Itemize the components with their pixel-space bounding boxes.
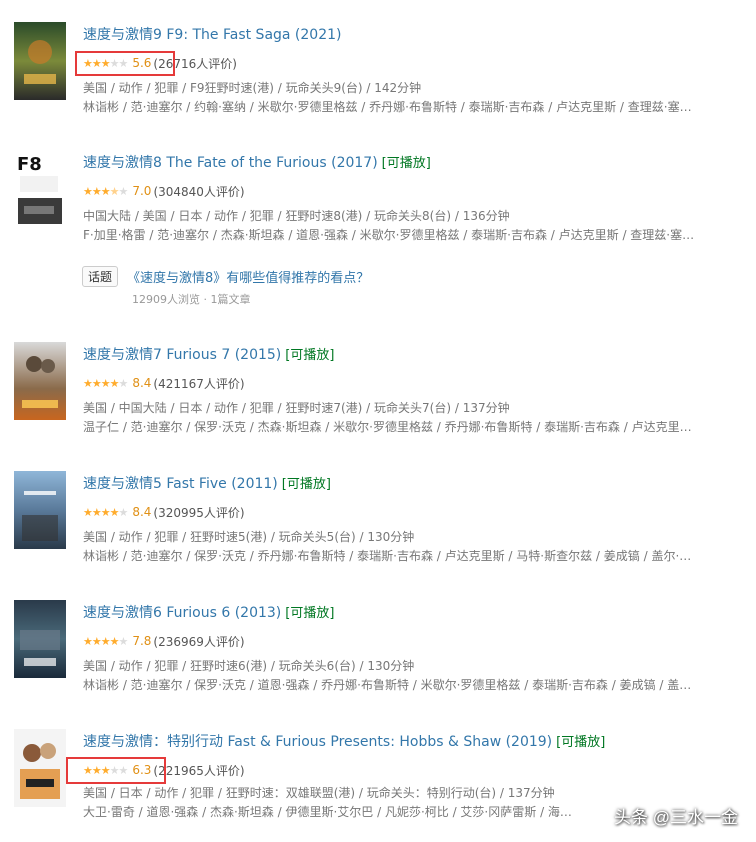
star-icon: ★★★★★ [83,505,128,519]
movie-title[interactable]: 速度与激情5 Fast Five (2011) [可播放] [83,473,331,493]
rating-score: 7.8 [132,634,152,648]
poster-image[interactable] [14,729,66,807]
movie-title-text[interactable]: 速度与激情5 Fast Five (2011) [83,476,278,492]
rating-row: ★★★★★ 8.4 (320995人评价) [83,504,245,520]
movie-cast: 温子仁 / 范·迪塞尔 / 保罗·沃克 / 杰森·斯坦森 / 米歇尔·罗德里格兹… [83,420,692,434]
rating-count: (320995人评价) [153,505,245,520]
movie-title[interactable]: 速度与激情9 F9: The Fast Saga (2021) [83,24,342,44]
playable-link[interactable]: [可播放] [282,477,331,492]
movie-title[interactable]: 速度与激情6 Furious 6 (2013) [可播放] [83,602,334,622]
topic-stats: 12909人浏览 · 1篇文章 [132,293,251,306]
rating-count: (421167人评价) [153,376,245,391]
poster-image[interactable] [14,342,66,420]
movie-meta: 美国 / 日本 / 动作 / 犯罪 / 狂野时速：双雄联盟(港) / 玩命关头：… [83,786,555,800]
movie-cast: 林诣彬 / 范·迪塞尔 / 保罗·沃克 / 道恩·强森 / 乔丹娜·布鲁斯特 /… [83,678,692,692]
poster-image[interactable] [14,600,66,678]
movie-meta: 美国 / 动作 / 犯罪 / 狂野时速6(港) / 玩命关头6(台) / 130… [83,659,415,673]
playable-link[interactable]: [可播放] [285,606,334,621]
poster-image[interactable] [14,22,66,100]
playable-link[interactable]: [可播放] [556,735,605,750]
rating-score: 8.4 [132,376,152,390]
movie-title[interactable]: 速度与激情：特别行动 Fast & Furious Presents: Hobb… [83,731,605,751]
movie-meta: 美国 / 动作 / 犯罪 / 狂野时速5(港) / 玩命关头5(台) / 130… [83,530,415,544]
movie-cast: 林诣彬 / 范·迪塞尔 / 保罗·沃克 / 乔丹娜·布鲁斯特 / 泰瑞斯·吉布森… [83,549,692,563]
star-icon: ★★★★★ [83,184,128,198]
watermark: 头条 @三水一金 [614,808,738,827]
rating-score: 7.0 [132,184,152,198]
movie-title-text[interactable]: 速度与激情：特别行动 Fast & Furious Presents: Hobb… [83,734,552,750]
playable-link[interactable]: [可播放] [285,348,334,363]
movie-title-text[interactable]: 速度与激情6 Furious 6 (2013) [83,605,281,621]
svg-text:F8: F8 [17,154,42,175]
rating-score: 8.4 [132,505,152,519]
movie-meta: 美国 / 中国大陆 / 日本 / 动作 / 犯罪 / 狂野时速7(港) / 玩命… [83,401,510,415]
movie-cast: F·加里·格雷 / 范·迪塞尔 / 杰森·斯坦森 / 道恩·强森 / 米歇尔·罗… [83,228,695,242]
rating-count: (304840人评价) [153,184,245,199]
rating-row: ★★★★★ 7.0 (304840人评价) [83,183,245,199]
topic-link[interactable]: 《速度与激情8》有哪些值得推荐的看点？ [127,267,369,286]
rating-row: ★★★★★ 7.8 (236969人评价) [83,633,245,649]
movie-meta: 中国大陆 / 美国 / 日本 / 动作 / 犯罪 / 狂野时速8(港) / 玩命… [83,209,510,223]
topic-tag[interactable]: 话题 [82,266,119,287]
movie-title-text[interactable]: 速度与激情7 Furious 7 (2015) [83,347,281,363]
movie-cast: 林诣彬 / 范·迪塞尔 / 约翰·塞纳 / 米歇尔·罗德里格兹 / 乔丹娜·布鲁… [83,100,692,114]
movie-title-text[interactable]: 速度与激情8 The Fate of the Furious (2017) [83,155,378,171]
rating-count: (236969人评价) [153,634,245,649]
movie-title-text[interactable]: 速度与激情9 F9: The Fast Saga (2021) [83,27,342,43]
movie-meta: 美国 / 动作 / 犯罪 / F9狂野时速(港) / 玩命关头9(台) / 14… [83,81,422,95]
star-icon: ★★★★★ [83,376,128,390]
movie-cast: 大卫·雷奇 / 道恩·强森 / 杰森·斯坦森 / 伊德里斯·艾尔巴 / 凡妮莎·… [83,805,572,819]
highlight-box [75,51,175,76]
movie-title[interactable]: 速度与激情8 The Fate of the Furious (2017) [可播… [83,152,431,172]
rating-count: (221965人评价) [153,763,245,778]
playable-link[interactable]: [可播放] [382,156,431,171]
movie-title[interactable]: 速度与激情7 Furious 7 (2015) [可播放] [83,344,334,364]
rating-row: ★★★★★ 8.4 (421167人评价) [83,375,245,391]
highlight-box [66,757,166,784]
star-icon: ★★★★★ [83,634,128,648]
poster-image[interactable] [14,471,66,549]
poster-image[interactable]: F8 [14,150,66,228]
